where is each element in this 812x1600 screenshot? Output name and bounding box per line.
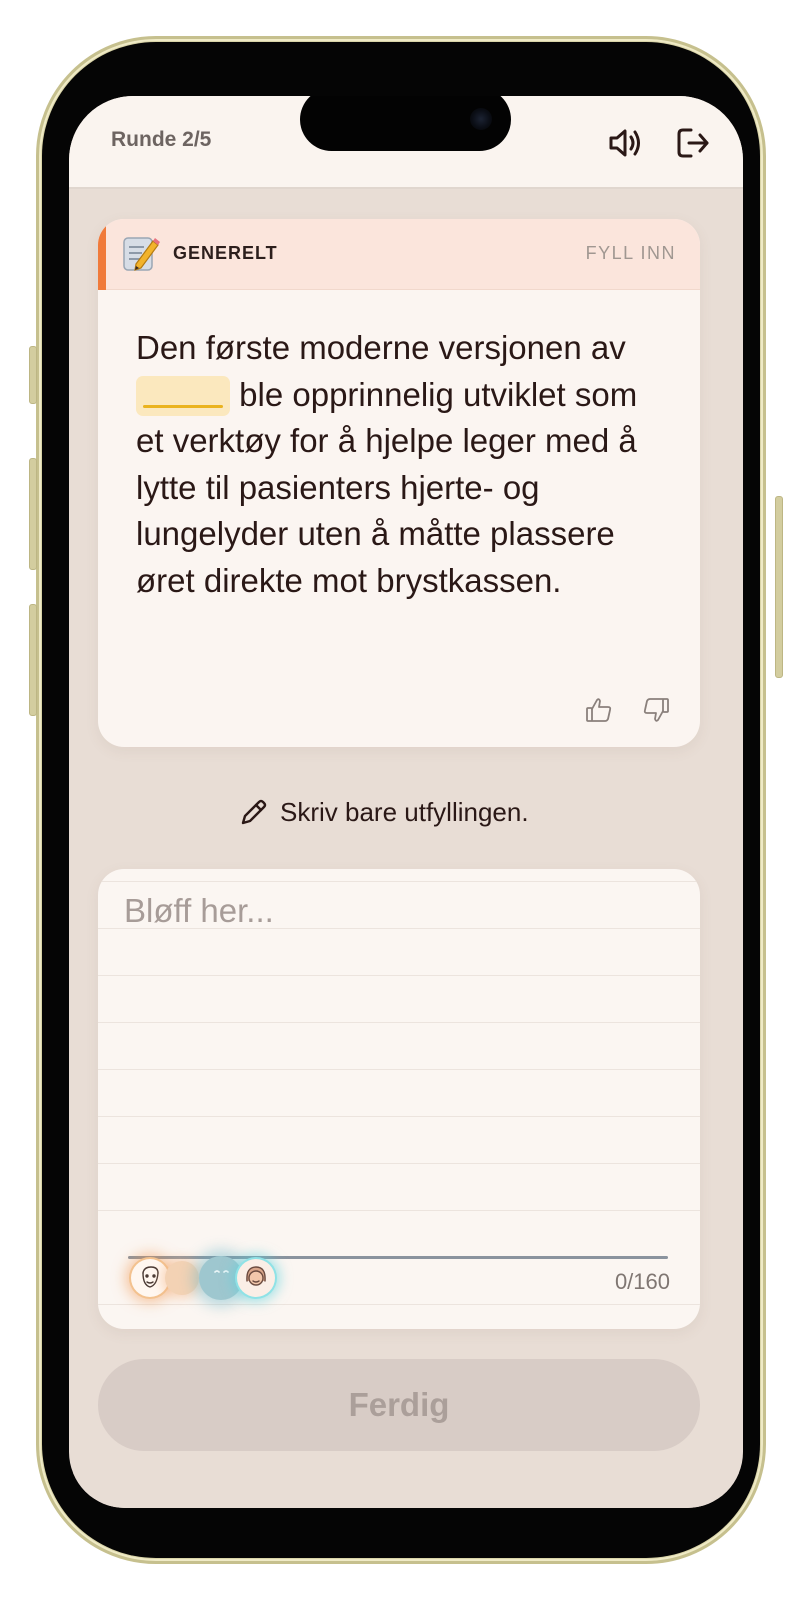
answer-input[interactable]	[124, 887, 674, 935]
paper-line	[98, 1163, 700, 1164]
player-avatar-2	[165, 1261, 199, 1295]
paper-line	[98, 1210, 700, 1211]
question-text-before: Den første moderne versjonen av	[136, 329, 626, 366]
top-bar: Runde 2/5	[69, 96, 743, 189]
paper-line	[98, 881, 700, 882]
exit-button[interactable]	[674, 124, 712, 162]
thumbs-up-icon	[586, 698, 612, 722]
exit-icon	[677, 128, 709, 158]
thumbs-down-button[interactable]	[641, 695, 671, 725]
dynamic-island	[300, 96, 511, 151]
question-text: Den første moderne versjonen av ble oppr…	[136, 325, 672, 604]
hint-row: Skriv bare utfyllingen.	[238, 794, 529, 830]
category-label: GENERELT	[173, 243, 278, 263]
thumbs-down-icon	[643, 698, 669, 722]
volume-down-button	[29, 604, 37, 716]
app-screen: Runde 2/5 GENERELT FYLL INN Den første m…	[69, 96, 743, 1508]
bottom-safe-area	[69, 1473, 743, 1508]
question-card-header: GENERELT FYLL INN	[98, 219, 700, 290]
thumbs-up-button[interactable]	[584, 695, 614, 725]
sound-button[interactable]	[606, 124, 644, 162]
round-indicator: Runde 2/5	[111, 128, 212, 151]
answer-card: 0/160	[98, 869, 700, 1329]
done-button[interactable]: Ferdig	[98, 1359, 700, 1451]
paper-line	[98, 1116, 700, 1117]
camera	[470, 108, 492, 130]
character-counter: 0/160	[614, 1269, 670, 1294]
paper-line	[98, 1304, 700, 1305]
fill-in-blank	[136, 375, 230, 416]
accent-strip	[98, 219, 106, 290]
paper-line	[98, 1069, 700, 1070]
paper-line	[98, 975, 700, 976]
player-avatar-1	[131, 1259, 169, 1297]
speaker-icon	[609, 129, 640, 157]
question-type-label: FYLL INN	[585, 243, 676, 263]
player-avatar-4	[237, 1259, 275, 1297]
player-avatars	[129, 1256, 279, 1300]
pencil-icon	[241, 799, 267, 825]
memo-pencil-icon	[123, 237, 160, 271]
paper-line	[98, 1022, 700, 1023]
action-button	[29, 346, 37, 404]
question-card: GENERELT FYLL INN Den første moderne ver…	[98, 219, 700, 747]
power-button	[775, 496, 783, 678]
hint-text: Skriv bare utfyllingen.	[280, 796, 529, 827]
volume-up-button	[29, 458, 37, 570]
